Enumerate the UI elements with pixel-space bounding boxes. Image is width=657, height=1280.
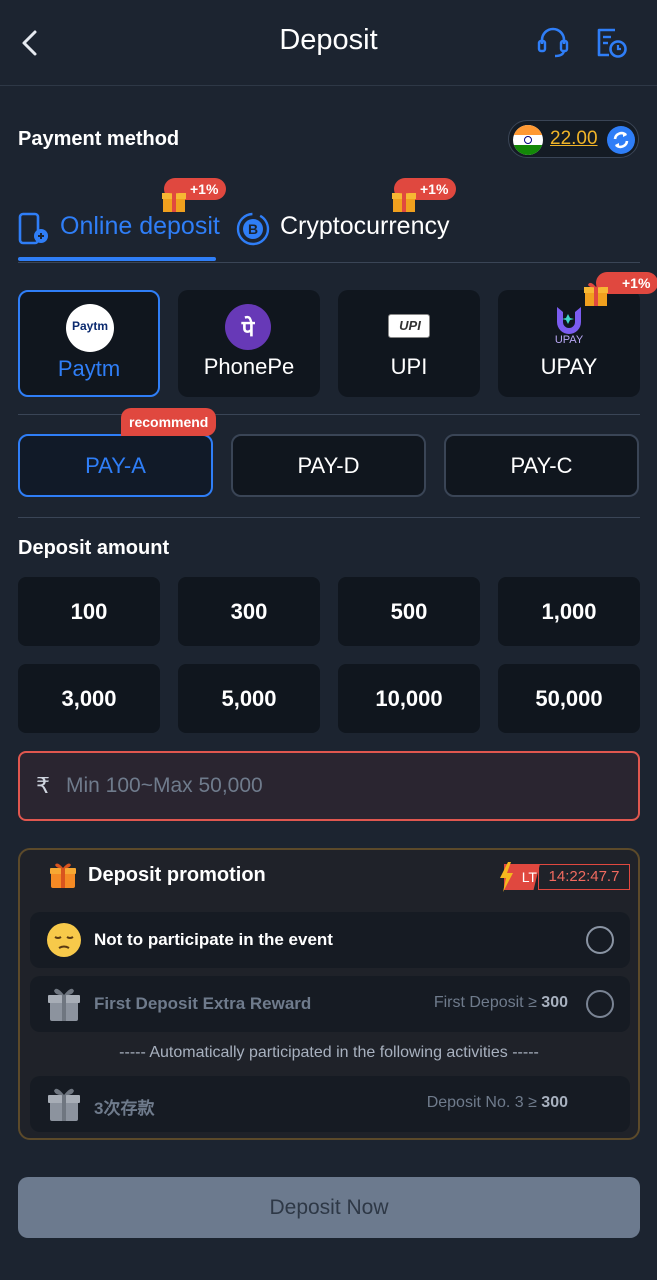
promo-option-label: First Deposit Extra Reward — [94, 994, 312, 1013]
phonepe-logo: पे — [225, 304, 271, 350]
balance-value: 22.00 — [550, 128, 598, 149]
recommend-badge: recommend — [121, 408, 217, 436]
rupee-symbol: ₹ — [36, 773, 50, 798]
gift-icon — [584, 282, 608, 306]
deposit-promotion-panel: Deposit promotion LT 14:22:47.7 Not to p… — [18, 848, 640, 1140]
sad-face-icon — [47, 923, 81, 957]
india-flag-icon — [513, 125, 543, 155]
bitcoin-icon: B — [236, 212, 270, 246]
method-label: UPI — [390, 354, 428, 379]
method-label: Paytm — [57, 356, 121, 381]
upay-logo — [557, 307, 581, 334]
active-tab-indicator — [18, 257, 216, 261]
upi-logo: UPI — [388, 314, 430, 338]
gift-box-icon — [48, 988, 80, 1021]
auto-participate-note: ----- Automatically participated in the … — [119, 1044, 539, 1061]
gift-icon — [162, 188, 186, 212]
section-divider — [18, 517, 640, 518]
amount-option[interactable]: 500 — [338, 577, 480, 646]
section-divider — [18, 414, 640, 415]
method-label: UPAY — [540, 354, 598, 379]
amount-option[interactable]: 50,000 — [498, 664, 640, 733]
tab-label: Online deposit — [60, 212, 220, 240]
channel-pay-d[interactable]: PAY-D — [231, 434, 426, 497]
timer-value: 14:22:47.7 — [538, 864, 630, 890]
method-upi[interactable]: UPI UPI — [338, 290, 480, 397]
channel-label: PAY-C — [510, 453, 573, 478]
phone-pay-icon — [18, 212, 48, 245]
tab-divider — [18, 262, 640, 263]
header-bar: Deposit — [0, 0, 657, 86]
promo-auto-label: 3次存款 — [94, 1099, 155, 1118]
record-history-icon[interactable] — [593, 24, 629, 60]
deposit-now-button[interactable]: Deposit Now — [18, 1177, 640, 1238]
method-upay[interactable]: UPAY UPAY — [498, 290, 640, 397]
countdown-timer: LT 14:22:47.7 — [500, 862, 630, 892]
balance-pill: 22.00 — [508, 120, 639, 158]
payment-method-title: Payment method — [18, 128, 180, 150]
promo-auto-item: 3次存款 Deposit No. 3 ≥ 300 — [30, 1076, 630, 1132]
amount-input[interactable] — [66, 763, 626, 809]
radio-button[interactable] — [586, 926, 614, 954]
channel-label: PAY-D — [297, 453, 360, 478]
promo-option-not-participate[interactable]: Not to participate in the event — [30, 912, 630, 968]
promo-option-first-deposit[interactable]: First Deposit Extra Reward First Deposit… — [30, 976, 630, 1032]
method-paytm[interactable]: Paytm Paytm — [18, 290, 160, 397]
amount-option[interactable]: 3,000 — [18, 664, 160, 733]
amount-option[interactable]: 10,000 — [338, 664, 480, 733]
amount-option[interactable]: 1,000 — [498, 577, 640, 646]
gift-icon — [392, 188, 416, 212]
svg-text:B: B — [248, 221, 258, 237]
amount-input-container: ₹ — [18, 751, 640, 821]
headset-icon[interactable] — [535, 24, 571, 60]
tab-label: Cryptocurrency — [280, 212, 450, 240]
promo-option-label: Not to participate in the event — [94, 930, 333, 949]
channel-label: PAY-A — [85, 453, 146, 478]
promo-condition: First Deposit ≥ 300 — [433, 994, 568, 1011]
amount-option[interactable]: 300 — [178, 577, 320, 646]
deposit-amount-title: Deposit amount — [18, 537, 170, 559]
tab-cryptocurrency[interactable]: B Cryptocurrency — [236, 200, 456, 260]
tab-online-deposit[interactable]: Online deposit — [18, 200, 220, 260]
channel-pay-a[interactable]: PAY-A — [18, 434, 213, 497]
refresh-icon[interactable] — [606, 125, 636, 155]
gift-box-icon — [48, 1088, 80, 1121]
method-phonepe[interactable]: पे PhonePe — [178, 290, 320, 397]
lightning-icon — [500, 862, 513, 892]
amount-option[interactable]: 5,000 — [178, 664, 320, 733]
promo-condition: Deposit No. 3 ≥ 300 — [426, 1094, 568, 1111]
method-label: PhonePe — [203, 354, 295, 379]
paytm-logo: Paytm — [66, 304, 114, 352]
amount-option[interactable]: 100 — [18, 577, 160, 646]
gift-icon — [50, 863, 76, 888]
radio-button[interactable] — [586, 990, 614, 1018]
channel-pay-c[interactable]: PAY-C — [444, 434, 639, 497]
promotion-title: Deposit promotion — [88, 864, 266, 886]
